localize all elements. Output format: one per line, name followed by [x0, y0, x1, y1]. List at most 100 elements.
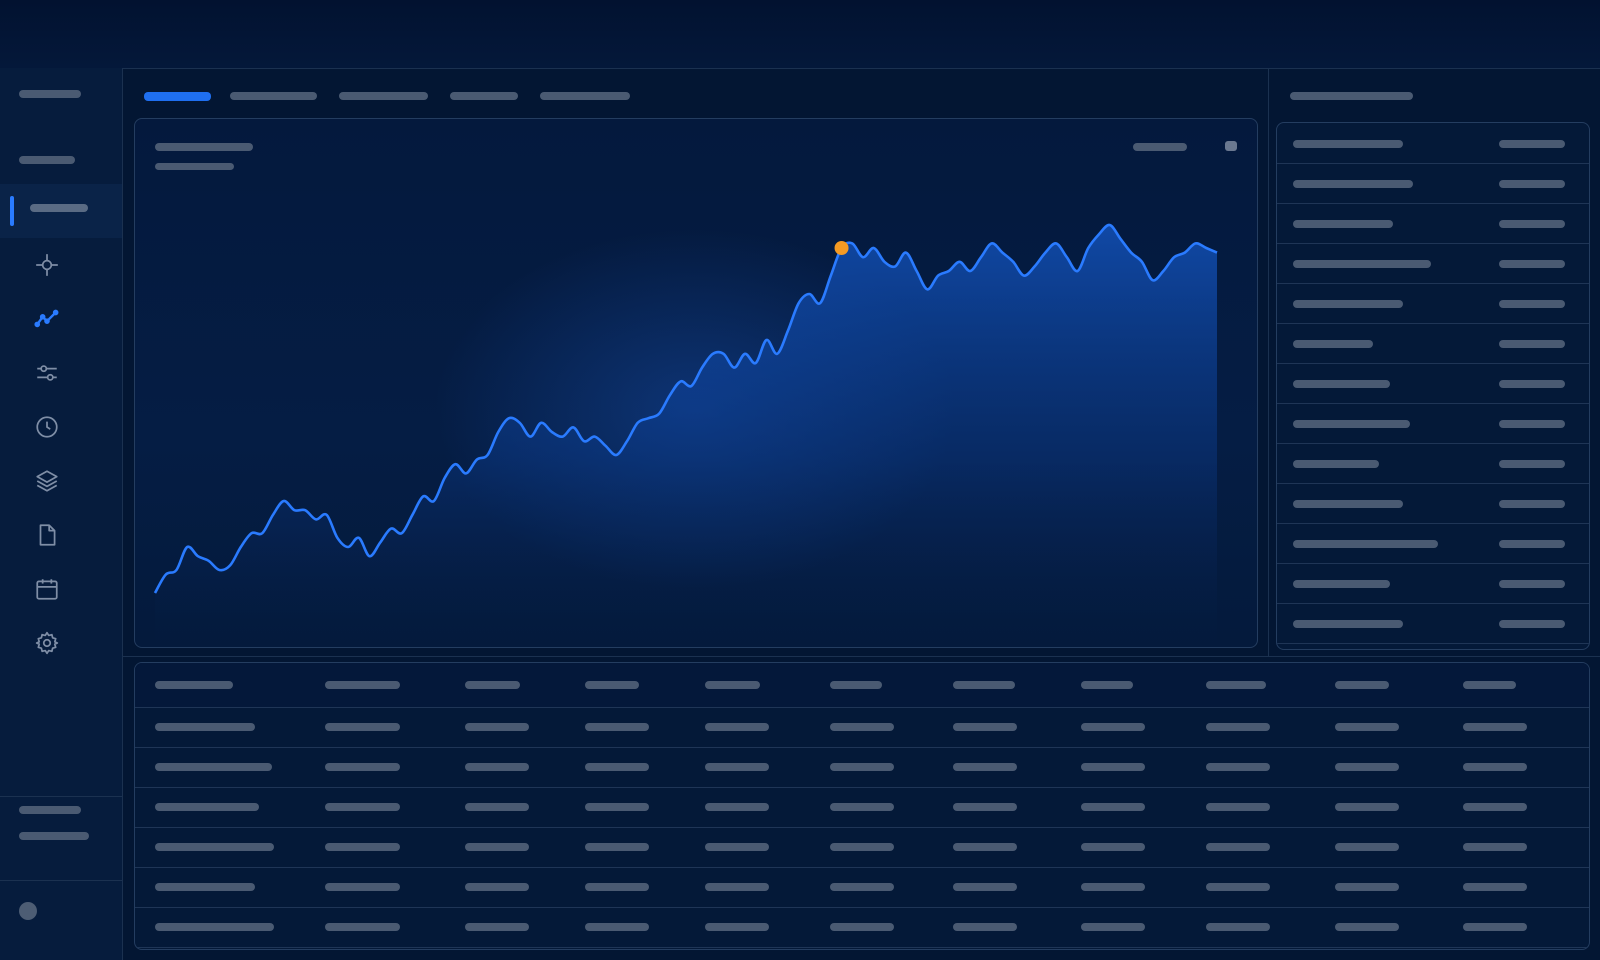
side-list-row-label: [1293, 380, 1390, 388]
table-cell: [465, 803, 529, 811]
table-header-cell[interactable]: [1463, 681, 1516, 689]
side-list-row-label: [1293, 180, 1413, 188]
document-icon[interactable]: [32, 520, 62, 550]
clock-icon[interactable]: [32, 412, 62, 442]
table-header-cell[interactable]: [830, 681, 882, 689]
table-cell: [465, 923, 529, 931]
table-header-cell[interactable]: [1335, 681, 1389, 689]
table-row[interactable]: [135, 907, 1589, 948]
table-row[interactable]: [135, 787, 1589, 828]
tab[interactable]: [540, 92, 630, 100]
table-cell: [155, 923, 274, 931]
table-header-cell[interactable]: [1081, 681, 1133, 689]
line-chart-icon[interactable]: [32, 304, 62, 334]
table-cell: [465, 883, 529, 891]
side-list-row-value: [1499, 180, 1565, 188]
avatar[interactable]: [19, 902, 37, 920]
side-list-row[interactable]: [1277, 483, 1589, 524]
table-header-cell[interactable]: [705, 681, 760, 689]
table-cell: [1463, 843, 1527, 851]
table-cell: [325, 723, 400, 731]
table-cell: [830, 803, 894, 811]
sidebar-section-placeholder: [19, 156, 75, 164]
tab[interactable]: [230, 92, 317, 100]
table-cell: [1206, 883, 1270, 891]
tab[interactable]: [339, 92, 428, 100]
table-cell: [1081, 883, 1145, 891]
table-cell: [1463, 923, 1527, 931]
table-cell: [1335, 803, 1399, 811]
table-cell: [585, 723, 649, 731]
side-list-row-value: [1499, 540, 1565, 548]
table-cell: [1206, 723, 1270, 731]
crosshair-icon[interactable]: [32, 250, 62, 280]
table-cell: [585, 803, 649, 811]
table-row[interactable]: [135, 867, 1589, 908]
side-list-row[interactable]: [1277, 603, 1589, 644]
side-list-row[interactable]: [1277, 523, 1589, 564]
sidebar-active-indicator: [10, 196, 14, 226]
table-cell: [155, 723, 255, 731]
side-list-row-value: [1499, 380, 1565, 388]
side-list-row[interactable]: [1277, 563, 1589, 604]
side-list-row-value: [1499, 140, 1565, 148]
side-list-row-label: [1293, 500, 1403, 508]
table-cell: [953, 803, 1017, 811]
table-cell: [1463, 763, 1527, 771]
table-header-cell[interactable]: [585, 681, 639, 689]
table-cell: [325, 763, 400, 771]
table-cell: [1335, 843, 1399, 851]
tab[interactable]: [450, 92, 518, 100]
table-cell: [705, 803, 769, 811]
side-list-row-value: [1499, 620, 1565, 628]
calendar-icon[interactable]: [32, 574, 62, 604]
table-header-cell[interactable]: [155, 681, 233, 689]
side-list-row-value: [1499, 260, 1565, 268]
table-cell: [155, 883, 255, 891]
table-cell: [1081, 803, 1145, 811]
side-list-row-label: [1293, 300, 1403, 308]
side-list-row[interactable]: [1277, 283, 1589, 324]
side-list-row[interactable]: [1277, 203, 1589, 244]
sidebar-item-active-label: [30, 204, 88, 212]
table-header-cell[interactable]: [953, 681, 1015, 689]
side-list-row[interactable]: [1277, 243, 1589, 284]
layers-icon[interactable]: [32, 466, 62, 496]
table-cell: [1463, 723, 1527, 731]
side-list-row-value: [1499, 460, 1565, 468]
table-row[interactable]: [135, 827, 1589, 868]
sidebar-logo-placeholder: [19, 90, 81, 98]
side-list-row[interactable]: [1277, 363, 1589, 404]
sidebar-footer-placeholder: [19, 806, 81, 814]
table-header-cell[interactable]: [465, 681, 520, 689]
side-list-row[interactable]: [1277, 123, 1589, 164]
table-header-cell[interactable]: [1206, 681, 1266, 689]
table-header-cell[interactable]: [325, 681, 400, 689]
sliders-icon[interactable]: [32, 358, 62, 388]
side-list-row-value: [1499, 500, 1565, 508]
table-cell: [705, 723, 769, 731]
side-list-row-label: [1293, 140, 1403, 148]
table-cell: [1206, 763, 1270, 771]
side-list-row-value: [1499, 580, 1565, 588]
side-list-row[interactable]: [1277, 323, 1589, 364]
table-row[interactable]: [135, 747, 1589, 788]
table-cell: [705, 923, 769, 931]
tab-active[interactable]: [144, 92, 211, 101]
chart-peak-marker[interactable]: [834, 241, 849, 255]
table-cell: [705, 843, 769, 851]
gear-icon[interactable]: [32, 628, 62, 658]
side-list-row[interactable]: [1277, 443, 1589, 484]
side-list-row-value: [1499, 420, 1565, 428]
table-cell: [830, 843, 894, 851]
table-row[interactable]: [135, 707, 1589, 748]
table-cell: [1206, 843, 1270, 851]
table-cell: [953, 843, 1017, 851]
side-list: [1276, 122, 1590, 650]
side-list-row-label: [1293, 580, 1390, 588]
table-cell: [1335, 923, 1399, 931]
table-cell: [1206, 803, 1270, 811]
side-list-row[interactable]: [1277, 163, 1589, 204]
table-cell: [465, 723, 529, 731]
side-list-row[interactable]: [1277, 403, 1589, 444]
